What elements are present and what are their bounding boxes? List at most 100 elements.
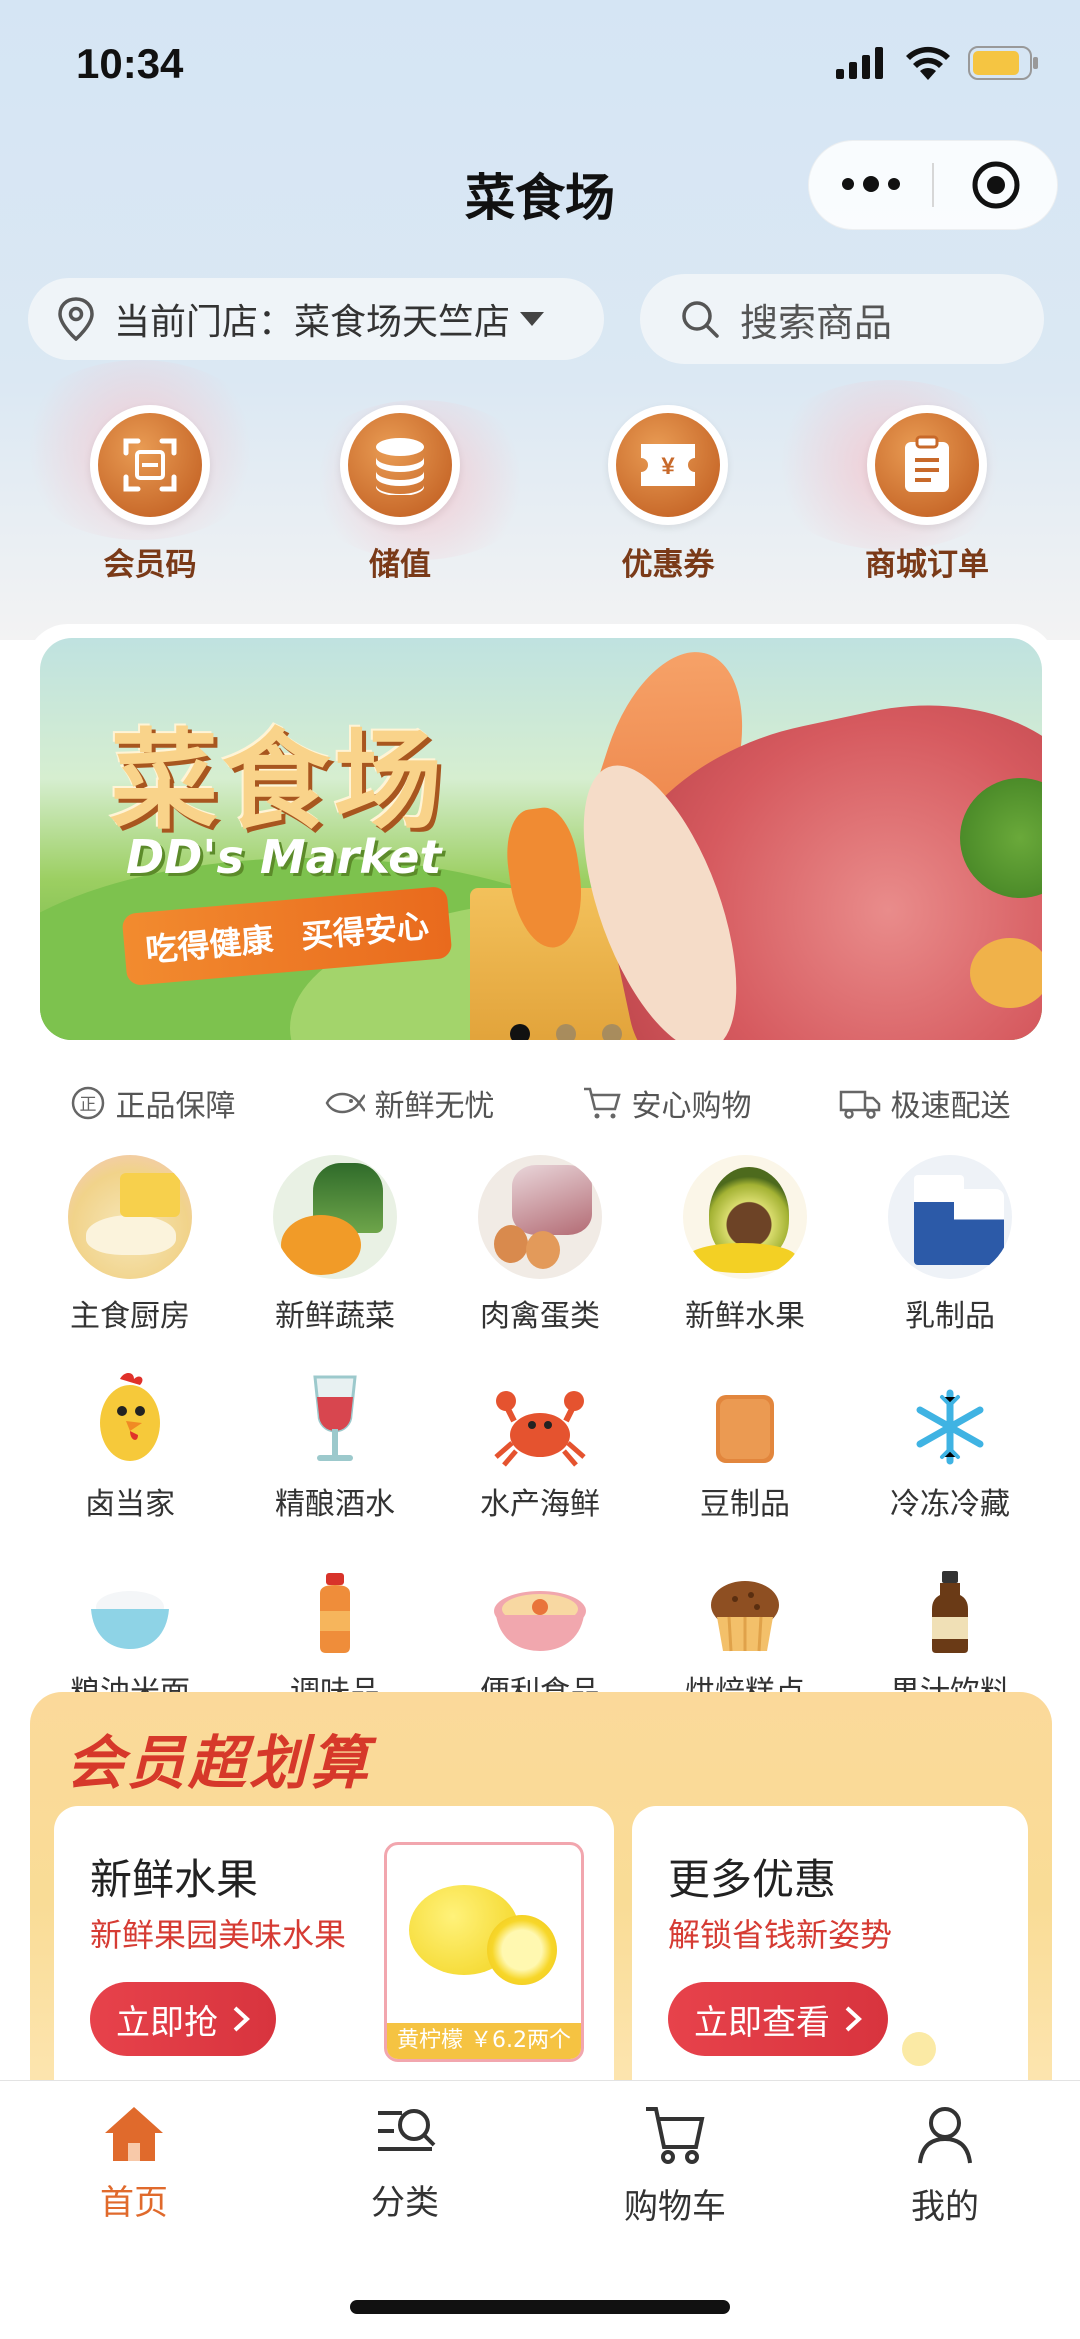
quick-action-stored-value[interactable]: 储值 — [310, 405, 490, 584]
carousel-dot[interactable] — [602, 1024, 622, 1040]
egg-illustration — [970, 938, 1042, 1008]
quick-action-circle — [90, 405, 210, 525]
status-time: 10:34 — [76, 40, 184, 87]
quick-action-label: 优惠券 — [621, 547, 715, 583]
quick-action-circle — [340, 405, 460, 525]
category-label: 新鲜水果 — [685, 1299, 805, 1334]
tab-label: 分类 — [371, 2183, 439, 2223]
dot-icon — [887, 178, 900, 190]
deal-card-fruits[interactable]: 新鲜水果 新鲜果园美味水果 立即抢 黄柠檬 ￥6.2两个 — [54, 1806, 614, 2112]
dropdown-caret-icon — [520, 312, 545, 326]
category-staple-kitchen[interactable]: 主食厨房 — [28, 1155, 232, 1335]
chevron-right-icon — [233, 2006, 250, 2032]
tab-category[interactable]: 分类 — [305, 2103, 505, 2224]
rice-bowl-icon — [75, 1555, 185, 1655]
guarantee-label: 极速配送 — [890, 1089, 1011, 1124]
guarantee-authentic: 正 正品保障 — [70, 1078, 236, 1128]
status-bar: 10:34 — [0, 0, 1080, 130]
button-label: 立即抢 — [116, 2002, 218, 2043]
member-code-icon — [123, 438, 177, 492]
tab-cart[interactable]: 购物车 — [575, 2103, 775, 2228]
search-bar[interactable]: 搜索商品 — [640, 274, 1044, 364]
quick-action-circle — [867, 405, 987, 525]
egg-shape — [526, 1231, 560, 1269]
promo-banner[interactable]: 菜食场 DD's Market 吃得健康 买得安心 — [26, 624, 1056, 1054]
category-seafood[interactable]: 水产海鲜 — [438, 1367, 642, 1523]
package-shape — [120, 1173, 180, 1217]
guarantee-label: 正品保障 — [115, 1089, 236, 1124]
guarantee-label: 新鲜无忧 — [374, 1089, 495, 1124]
dumpling-shape — [86, 1215, 176, 1255]
more-menu-button[interactable] — [809, 176, 932, 192]
location-pin-icon — [58, 297, 94, 341]
category-craft-drinks[interactable]: 精酿酒水 — [233, 1367, 437, 1523]
category-bakery[interactable]: 烘焙糕点 — [643, 1555, 847, 1711]
category-row: 主食厨房 新鲜蔬菜 肉禽蛋类 新鲜水果 乳制品 — [28, 1155, 1052, 1335]
cart-icon — [583, 1087, 621, 1119]
quick-action-inner — [875, 413, 979, 517]
noodle-bowl-icon — [485, 1555, 595, 1655]
category-juice[interactable]: 果汁饮料 — [848, 1555, 1052, 1711]
category-frozen[interactable]: 冷冻冷藏 — [848, 1367, 1052, 1523]
category-label: 新鲜蔬菜 — [275, 1299, 395, 1334]
tab-profile[interactable]: 我的 — [845, 2103, 1045, 2228]
category-soy-products[interactable]: 豆制品 — [643, 1367, 847, 1523]
guarantee-label: 安心购物 — [631, 1089, 752, 1124]
category-row: 卤当家 精酿酒水 水产海鲜 豆制品 冷冻冷藏 — [28, 1367, 1052, 1523]
button-label: 立即查看 — [694, 2002, 830, 2043]
store-selector[interactable]: 当前门店：菜食场天竺店 — [28, 278, 604, 360]
category-label: 肉禽蛋类 — [480, 1299, 600, 1334]
banner-slogan: 买得安心 — [299, 906, 431, 956]
carousel-dot-active[interactable] — [510, 1024, 530, 1040]
wifi-icon — [906, 46, 950, 80]
member-deals-section: 会员超划算 新鲜水果 新鲜果园美味水果 立即抢 黄柠檬 ￥6.2两个 更多优惠 … — [30, 1692, 1052, 2112]
category-label: 精酿酒水 — [275, 1487, 395, 1522]
banner-subtitle: DD's Market — [126, 830, 442, 884]
profile-icon — [918, 2107, 972, 2164]
category-vegetables[interactable]: 新鲜蔬菜 — [233, 1155, 437, 1335]
deal-card-more[interactable]: 更多优惠 解锁省钱新姿势 立即查看 — [632, 1806, 1028, 2112]
dot-icon — [841, 178, 854, 190]
store-label: 当前门店：菜食场天竺店 — [114, 302, 511, 343]
quick-action-label: 储值 — [369, 547, 431, 583]
chicken-icon — [75, 1367, 185, 1467]
milk-bag — [954, 1189, 1004, 1265]
dumplings-photo — [68, 1155, 192, 1279]
carousel-dot[interactable] — [556, 1024, 576, 1040]
quick-action-mall-orders[interactable]: 商城订单 — [837, 405, 1017, 584]
fish-icon — [325, 1092, 365, 1114]
search-placeholder: 搜索商品 — [740, 300, 893, 345]
category-row: 粮油米面 调味品 便利食品 — [28, 1555, 1052, 1711]
chevron-right-icon — [845, 2006, 862, 2032]
category-meat-eggs[interactable]: 肉禽蛋类 — [438, 1155, 642, 1335]
product-thumbnail[interactable]: 黄柠檬 ￥6.2两个 — [384, 1842, 584, 2062]
category-condiments[interactable]: 调味品 — [233, 1555, 437, 1711]
quick-action-inner: ¥ — [616, 413, 720, 517]
close-miniprogram-button[interactable] — [934, 159, 1057, 211]
authentic-icon: 正 — [71, 1086, 104, 1120]
svg-text:正: 正 — [79, 1095, 96, 1115]
category-convenience[interactable]: 便利食品 — [438, 1555, 642, 1711]
quick-action-inner — [98, 413, 202, 517]
category-label: 乳制品 — [905, 1299, 995, 1334]
grab-now-button[interactable]: 立即抢 — [90, 1982, 276, 2056]
tab-label: 我的 — [911, 2187, 979, 2227]
card-subtitle: 解锁省钱新姿势 — [668, 1916, 893, 1954]
sauce-bottle-icon — [280, 1555, 390, 1655]
mini-program-capsule — [808, 140, 1058, 230]
quick-action-coupon[interactable]: ¥ 优惠券 — [578, 405, 758, 584]
category-label: 卤当家 — [85, 1487, 175, 1522]
card-title: 更多优惠 — [668, 1855, 837, 1904]
guarantee-delivery: 极速配送 — [839, 1078, 1011, 1128]
category-fruits[interactable]: 新鲜水果 — [643, 1155, 847, 1335]
home-indicator[interactable] — [350, 2300, 730, 2314]
category-dairy[interactable]: 乳制品 — [848, 1155, 1052, 1335]
category-grid: 主食厨房 新鲜蔬菜 肉禽蛋类 新鲜水果 乳制品 卤当家 精酿酒水 水产海鲜 豆制… — [28, 1155, 1052, 1711]
view-now-button[interactable]: 立即查看 — [668, 1982, 888, 2056]
quick-action-member-code[interactable]: 会员码 — [60, 405, 240, 584]
category-grain-oil[interactable]: 粮油米面 — [28, 1555, 232, 1711]
target-icon — [972, 161, 1019, 209]
carousel-indicators — [510, 1024, 622, 1040]
category-braised[interactable]: 卤当家 — [28, 1367, 232, 1523]
tab-home[interactable]: 首页 — [34, 2103, 234, 2224]
